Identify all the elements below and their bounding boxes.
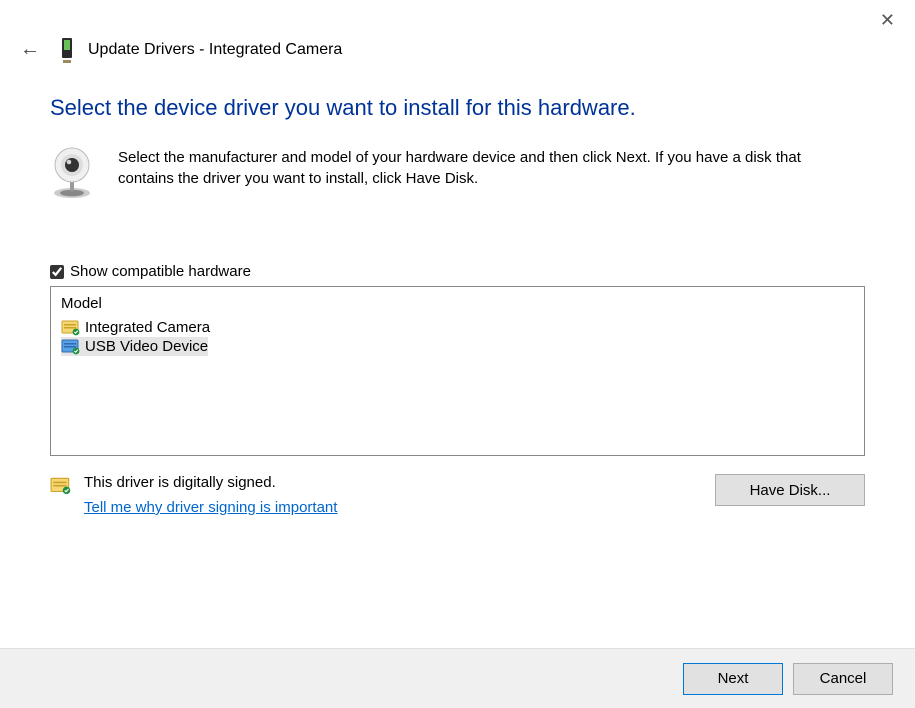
- cancel-button[interactable]: Cancel: [793, 663, 893, 695]
- model-column-header: Model: [61, 293, 854, 314]
- show-compatible-label: Show compatible hardware: [70, 263, 251, 280]
- model-item-integrated-camera[interactable]: Integrated Camera: [61, 318, 210, 337]
- certificate-icon: [61, 339, 81, 355]
- next-button[interactable]: Next: [683, 663, 783, 695]
- page-heading: Select the device driver you want to ins…: [50, 95, 865, 121]
- certificate-icon: [61, 320, 81, 336]
- instruction-text: Select the manufacturer and model of you…: [118, 147, 858, 189]
- model-item-label: Integrated Camera: [85, 319, 210, 336]
- signing-importance-link[interactable]: Tell me why driver signing is important: [84, 499, 337, 516]
- model-item-usb-video-device[interactable]: USB Video Device: [61, 337, 208, 356]
- webcam-icon: [50, 147, 94, 203]
- close-icon[interactable]: ✕: [872, 6, 903, 35]
- have-disk-button[interactable]: Have Disk...: [715, 474, 865, 506]
- device-icon: [60, 36, 74, 64]
- model-listbox[interactable]: Model Integrated Camera: [50, 286, 865, 456]
- show-compatible-checkbox[interactable]: Show compatible hardware: [50, 263, 865, 280]
- show-compatible-checkbox-input[interactable]: [50, 265, 64, 279]
- certificate-icon: [50, 477, 70, 493]
- window-title: Update Drivers - Integrated Camera: [88, 41, 342, 59]
- model-item-label: USB Video Device: [85, 338, 208, 355]
- signed-status-text: This driver is digitally signed.: [84, 474, 337, 491]
- back-arrow-icon[interactable]: ←: [14, 34, 46, 65]
